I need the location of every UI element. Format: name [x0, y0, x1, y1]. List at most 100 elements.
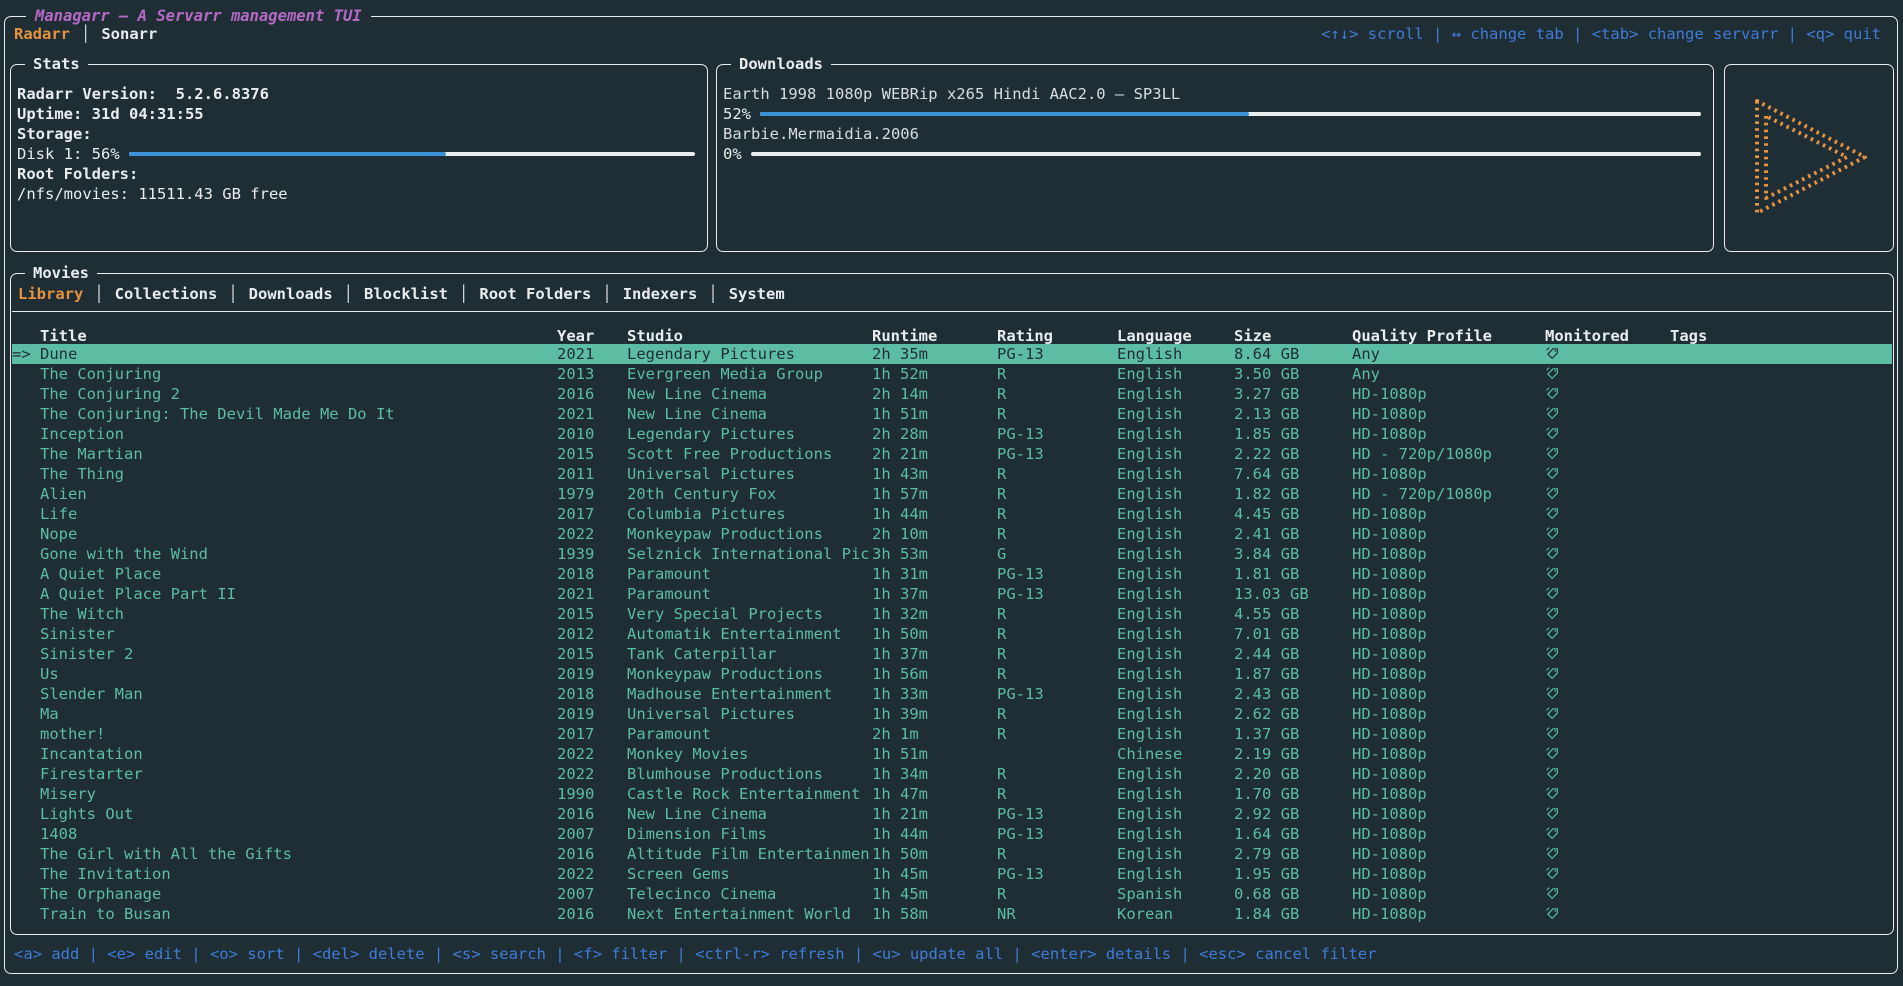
table-row[interactable]: A Quiet Place2018Paramount1h 31mPG-13Eng… [12, 564, 1892, 584]
row-selection-marker [12, 764, 40, 784]
servarr-tab-radarr[interactable]: Radarr [14, 24, 70, 44]
cell-size: 1.81 GB [1234, 564, 1352, 584]
tab-separator: │ [94, 284, 103, 304]
tag-icon [1545, 906, 1560, 921]
tag-icon [1545, 406, 1560, 421]
cell-rating: R [997, 624, 1117, 644]
cell-runtime: 1h 52m [872, 364, 997, 384]
table-row[interactable]: The Invitation2022Screen Gems1h 45mPG-13… [12, 864, 1892, 884]
row-selection-marker [12, 504, 40, 524]
table-row[interactable]: Inception2010Legendary Pictures2h 28mPG-… [12, 424, 1892, 444]
cell-year: 2022 [557, 864, 627, 884]
cell-runtime: 1h 50m [872, 844, 997, 864]
table-row[interactable]: The Girl with All the Gifts2016Altitude … [12, 844, 1892, 864]
table-row[interactable]: The Witch2015Very Special Projects1h 32m… [12, 604, 1892, 624]
cell-runtime: 1h 32m [872, 604, 997, 624]
table-header: TitleYearStudioRuntimeRatingLanguageSize… [12, 326, 1892, 346]
table-row[interactable]: A Quiet Place Part II2021Paramount1h 37m… [12, 584, 1892, 604]
cell-monitored [1545, 524, 1670, 544]
tab-downloads[interactable]: Downloads [249, 284, 333, 304]
table-row[interactable]: =>Dune2021Legendary Pictures2h 35mPG-13E… [12, 344, 1892, 364]
cell-language: English [1117, 404, 1234, 424]
table-row[interactable]: Slender Man2018Madhouse Entertainment1h … [12, 684, 1892, 704]
tag-icon [1545, 586, 1560, 601]
cell-runtime: 2h 21m [872, 444, 997, 464]
table-row[interactable]: Sinister2012Automatik Entertainment1h 50… [12, 624, 1892, 644]
cell-year: 1979 [557, 484, 627, 504]
cell-size: 3.27 GB [1234, 384, 1352, 404]
disk-usage-gauge-fill [129, 152, 446, 156]
table-row[interactable]: The Martian2015Scott Free Productions2h … [12, 444, 1892, 464]
table-row[interactable]: Incantation2022Monkey Movies1h 51mChines… [12, 744, 1892, 764]
table-row[interactable]: The Conjuring2013Evergreen Media Group1h… [12, 364, 1892, 384]
cell-rating: PG-13 [997, 444, 1117, 464]
tag-icon [1545, 746, 1560, 761]
column-header-rating: Rating [997, 326, 1117, 346]
tab-blocklist[interactable]: Blocklist [364, 284, 448, 304]
disk-usage-gauge: Disk 1: 56% [17, 144, 695, 164]
table-row[interactable]: Misery1990Castle Rock Entertainment1h 47… [12, 784, 1892, 804]
tag-icon [1545, 866, 1560, 881]
column-header-runtime: Runtime [872, 326, 997, 346]
table-row[interactable]: The Conjuring 22016New Line Cinema2h 14m… [12, 384, 1892, 404]
cell-monitored [1545, 404, 1670, 424]
cell-year: 2012 [557, 624, 627, 644]
table-row[interactable]: The Conjuring: The Devil Made Me Do It20… [12, 404, 1892, 424]
disk-usage-gauge-label: Disk 1: 56% [17, 144, 120, 164]
table-row[interactable]: Train to Busan2016Next Entertainment Wor… [12, 904, 1892, 924]
download-progress-gauge: 52% [723, 104, 1701, 124]
tag-icon [1545, 626, 1560, 641]
cell-year: 2017 [557, 724, 627, 744]
cell-studio: New Line Cinema [627, 804, 872, 824]
downloads-body: Earth 1998 1080p WEBRip x265 Hindi AAC2.… [723, 84, 1701, 164]
tab-library[interactable]: Library [18, 284, 83, 304]
row-selection-marker [12, 604, 40, 624]
table-row[interactable]: Nope2022Monkeypaw Productions2h 10mREngl… [12, 524, 1892, 544]
cell-tags [1670, 424, 1892, 444]
table-row[interactable]: mother!2017Paramount2h 1mREnglish1.37 GB… [12, 724, 1892, 744]
cell-year: 2007 [557, 824, 627, 844]
table-row[interactable]: Gone with the Wind1939Selznick Internati… [12, 544, 1892, 564]
cell-quality-profile: HD-1080p [1352, 584, 1545, 604]
row-selection-marker [12, 684, 40, 704]
row-selection-marker [12, 444, 40, 464]
cell-rating: R [997, 384, 1117, 404]
cell-rating: PG-13 [997, 804, 1117, 824]
cell-year: 2015 [557, 604, 627, 624]
table-row[interactable]: The Orphanage2007Telecinco Cinema1h 45mR… [12, 884, 1892, 904]
cell-quality-profile: HD-1080p [1352, 564, 1545, 584]
table-row[interactable]: Lights Out2016New Line Cinema1h 21mPG-13… [12, 804, 1892, 824]
cell-runtime: 1h 51m [872, 404, 997, 424]
tab-collections[interactable]: Collections [115, 284, 218, 304]
table-row[interactable]: Alien197920th Century Fox1h 57mREnglish1… [12, 484, 1892, 504]
app-title: Managarr – A Servarr management TUI [26, 7, 371, 25]
row-selection-marker: => [12, 344, 40, 364]
row-selection-marker [12, 524, 40, 544]
table-row[interactable]: 14082007Dimension Films1h 44mPG-13Englis… [12, 824, 1892, 844]
cell-size: 1.87 GB [1234, 664, 1352, 684]
cell-year: 2017 [557, 504, 627, 524]
row-selection-marker [12, 544, 40, 564]
row-selection-marker [12, 704, 40, 724]
cell-runtime: 1h 43m [872, 464, 997, 484]
cell-runtime: 1h 34m [872, 764, 997, 784]
cell-runtime: 2h 1m [872, 724, 997, 744]
table-row[interactable]: Sinister 22015Tank Caterpillar1h 37mREng… [12, 644, 1892, 664]
tab-system[interactable]: System [729, 284, 785, 304]
cell-tags [1670, 664, 1892, 684]
cell-monitored [1545, 884, 1670, 904]
tab-root-folders[interactable]: Root Folders [479, 284, 591, 304]
table-row[interactable]: Ma2019Universal Pictures1h 39mREnglish2.… [12, 704, 1892, 724]
servarr-tab-sonarr[interactable]: Sonarr [101, 24, 157, 44]
table-row[interactable]: The Thing2011Universal Pictures1h 43mREn… [12, 464, 1892, 484]
table-row[interactable]: Firestarter2022Blumhouse Productions1h 3… [12, 764, 1892, 784]
cell-quality-profile: HD-1080p [1352, 844, 1545, 864]
tag-icon [1545, 506, 1560, 521]
cell-title: Incantation [40, 744, 557, 764]
row-selection-marker [12, 644, 40, 664]
tab-indexers[interactable]: Indexers [623, 284, 698, 304]
table-row[interactable]: Life2017Columbia Pictures1h 44mREnglish4… [12, 504, 1892, 524]
stats-panel-title: Stats [25, 54, 88, 74]
table-row[interactable]: Us2019Monkeypaw Productions1h 56mREnglis… [12, 664, 1892, 684]
cell-monitored [1545, 864, 1670, 884]
